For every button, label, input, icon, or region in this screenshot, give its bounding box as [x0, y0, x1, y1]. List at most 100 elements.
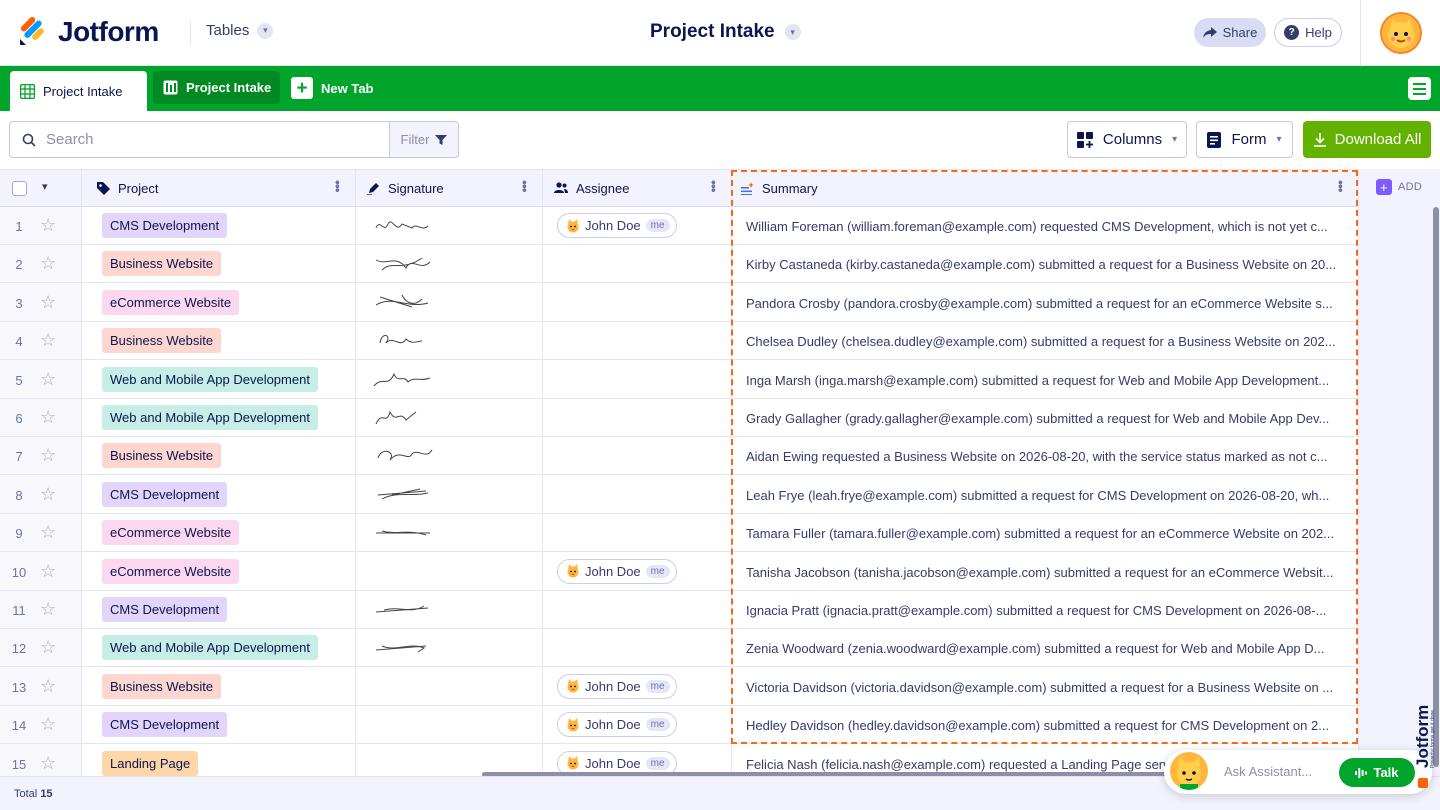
star-icon[interactable]: ☆: [40, 676, 56, 697]
hamburger-menu-button[interactable]: [1408, 77, 1431, 100]
project-tag[interactable]: Web and Mobile App Development: [102, 635, 318, 661]
star-icon[interactable]: ☆: [40, 292, 56, 313]
signature-image[interactable]: [372, 329, 434, 353]
tables-dropdown[interactable]: Tables ▾: [206, 22, 274, 39]
project-tag[interactable]: Landing Page: [102, 750, 199, 776]
project-tag[interactable]: Business Website: [102, 673, 222, 699]
table-row[interactable]: 4 ☆ Business Website Chelsea Dudley (chelse…: [0, 322, 1358, 361]
summary-cell[interactable]: Hedley Davidson (hedley.davidson@example…: [746, 718, 1342, 733]
table-row[interactable]: 6 ☆ Web and Mobile App Development Grady Ga…: [0, 399, 1358, 437]
project-tag[interactable]: CMS Development: [102, 597, 228, 622]
project-tag[interactable]: CMS Development: [102, 213, 228, 238]
signature-image[interactable]: [372, 444, 434, 468]
chevron-down-icon[interactable]: ▾: [42, 180, 48, 193]
form-button[interactable]: Form ▾: [1196, 121, 1293, 158]
ai-assistant-bar[interactable]: Ask Assistant... Talk: [1164, 750, 1432, 794]
table-row[interactable]: 1 ☆ CMS Development John Doe me William Forem…: [0, 207, 1358, 245]
search-input[interactable]: [46, 131, 366, 148]
table-row[interactable]: 2 ☆ Business Website Kirby Castaneda (kirby…: [0, 245, 1358, 284]
project-tag[interactable]: eCommerce Website: [102, 520, 240, 546]
star-icon[interactable]: ☆: [40, 599, 56, 620]
star-icon[interactable]: ☆: [40, 369, 56, 390]
star-icon[interactable]: ☆: [40, 330, 56, 351]
project-tag[interactable]: eCommerce Website: [102, 289, 240, 315]
assignee-chip[interactable]: John Doe me: [557, 558, 677, 584]
table-row[interactable]: 5 ☆ Web and Mobile App Development Inga Mar…: [0, 361, 1358, 399]
user-avatar[interactable]: [1380, 12, 1422, 54]
star-icon[interactable]: ☆: [40, 253, 56, 274]
share-button[interactable]: Share: [1194, 18, 1266, 47]
table-row[interactable]: 12 ☆ Web and Mobile App Development Zenia W…: [0, 629, 1358, 668]
project-tag[interactable]: eCommerce Website: [102, 558, 240, 584]
signature-image[interactable]: [372, 483, 434, 507]
column-header-assignee[interactable]: Assignee •••: [542, 169, 731, 207]
tab-project-intake-table[interactable]: Project Intake: [10, 71, 147, 111]
signature-image[interactable]: [372, 521, 434, 545]
signature-image[interactable]: [372, 252, 434, 276]
summary-cell[interactable]: Grady Gallagher (grady.gallagher@example…: [746, 411, 1342, 426]
summary-cell[interactable]: Tanisha Jacobson (tanisha.jacobson@examp…: [746, 565, 1342, 580]
project-tag[interactable]: Business Website: [102, 443, 222, 469]
summary-cell[interactable]: Kirby Castaneda (kirby.castaneda@example…: [746, 257, 1342, 272]
star-icon[interactable]: ☆: [40, 561, 56, 582]
add-column-button[interactable]: + ADD: [1376, 179, 1422, 195]
more-options-icon[interactable]: •••: [706, 180, 722, 192]
columns-button[interactable]: Columns ▾: [1067, 121, 1187, 158]
table-row[interactable]: 3 ☆ eCommerce Website Pandora Crosby (pando…: [0, 284, 1358, 322]
signature-image[interactable]: [372, 291, 434, 315]
column-header-project[interactable]: Project •••: [81, 169, 355, 207]
summary-cell[interactable]: Leah Frye (leah.frye@example.com) submit…: [746, 488, 1342, 503]
signature-image[interactable]: [372, 368, 434, 392]
project-tag[interactable]: Business Website: [102, 328, 222, 354]
project-tag[interactable]: Web and Mobile App Development: [102, 405, 318, 430]
assignee-chip[interactable]: John Doe me: [557, 712, 677, 738]
star-icon[interactable]: ☆: [40, 484, 56, 505]
help-button[interactable]: ? Help: [1274, 18, 1342, 47]
table-row[interactable]: 9 ☆ eCommerce Website Tamara Fuller (tamara…: [0, 514, 1358, 553]
summary-cell[interactable]: William Foreman (william.foreman@example…: [746, 219, 1342, 234]
filter-button[interactable]: Filter: [389, 121, 459, 158]
summary-cell[interactable]: Pandora Crosby (pandora.crosby@example.c…: [746, 296, 1342, 311]
select-all-checkbox[interactable]: [12, 181, 27, 196]
star-icon[interactable]: ☆: [40, 215, 56, 236]
column-header-signature[interactable]: Signature •••: [355, 169, 542, 207]
assignee-chip[interactable]: John Doe me: [557, 673, 677, 699]
talk-button[interactable]: Talk: [1339, 758, 1415, 787]
summary-cell[interactable]: Zenia Woodward (zenia.woodward@example.c…: [746, 641, 1342, 656]
star-icon[interactable]: ☆: [40, 522, 56, 543]
new-tab-button[interactable]: + New Tab: [291, 77, 374, 99]
summary-cell[interactable]: Inga Marsh (inga.marsh@example.com) subm…: [746, 373, 1342, 388]
column-header-summary[interactable]: Summary •••: [731, 169, 1358, 207]
star-icon[interactable]: ☆: [40, 407, 56, 428]
table-row[interactable]: 10 ☆ eCommerce Website John Doe me Tanisha Ja…: [0, 553, 1358, 591]
project-tag[interactable]: CMS Development: [102, 481, 228, 507]
summary-cell[interactable]: Ignacia Pratt (ignacia.pratt@example.com…: [746, 603, 1342, 618]
summary-cell[interactable]: Aidan Ewing requested a Business Website…: [746, 449, 1342, 464]
vertical-scrollbar[interactable]: [1433, 207, 1439, 767]
table-row[interactable]: 7 ☆ Business Website Aidan Ewing requested …: [0, 437, 1358, 476]
project-tag[interactable]: Web and Mobile App Development: [102, 366, 318, 392]
table-row[interactable]: 8 ☆ CMS Development Leah Frye (leah.frye@ex…: [0, 476, 1358, 514]
signature-image[interactable]: [372, 406, 434, 430]
tab-project-intake-report[interactable]: Project Intake: [153, 71, 280, 104]
star-icon[interactable]: ☆: [40, 445, 56, 466]
project-tag[interactable]: CMS Development: [102, 712, 228, 738]
more-options-icon[interactable]: •••: [1333, 180, 1349, 192]
table-row[interactable]: 14 ☆ CMS Development John Doe me Hedley David…: [0, 706, 1358, 745]
summary-cell[interactable]: Victoria Davidson (victoria.davidson@exa…: [746, 680, 1342, 695]
search-box[interactable]: [9, 121, 390, 158]
jotform-logo[interactable]: Jotform: [18, 16, 159, 48]
summary-cell[interactable]: Chelsea Dudley (chelsea.dudley@example.c…: [746, 334, 1342, 349]
download-all-button[interactable]: Download All: [1303, 121, 1431, 158]
table-row[interactable]: 11 ☆ CMS Development Ignacia Pratt (ignacia…: [0, 591, 1358, 629]
assignee-chip[interactable]: John Doe me: [557, 213, 677, 238]
star-icon[interactable]: ☆: [40, 714, 56, 735]
star-icon[interactable]: ☆: [40, 637, 56, 658]
signature-image[interactable]: [372, 214, 434, 238]
summary-cell[interactable]: Tamara Fuller (tamara.fuller@example.com…: [746, 526, 1342, 541]
star-icon[interactable]: ☆: [40, 753, 56, 774]
signature-image[interactable]: [372, 598, 434, 622]
more-options-icon[interactable]: •••: [517, 180, 533, 192]
more-options-icon[interactable]: •••: [330, 180, 346, 192]
page-title[interactable]: Project Intake ▾: [650, 21, 801, 43]
